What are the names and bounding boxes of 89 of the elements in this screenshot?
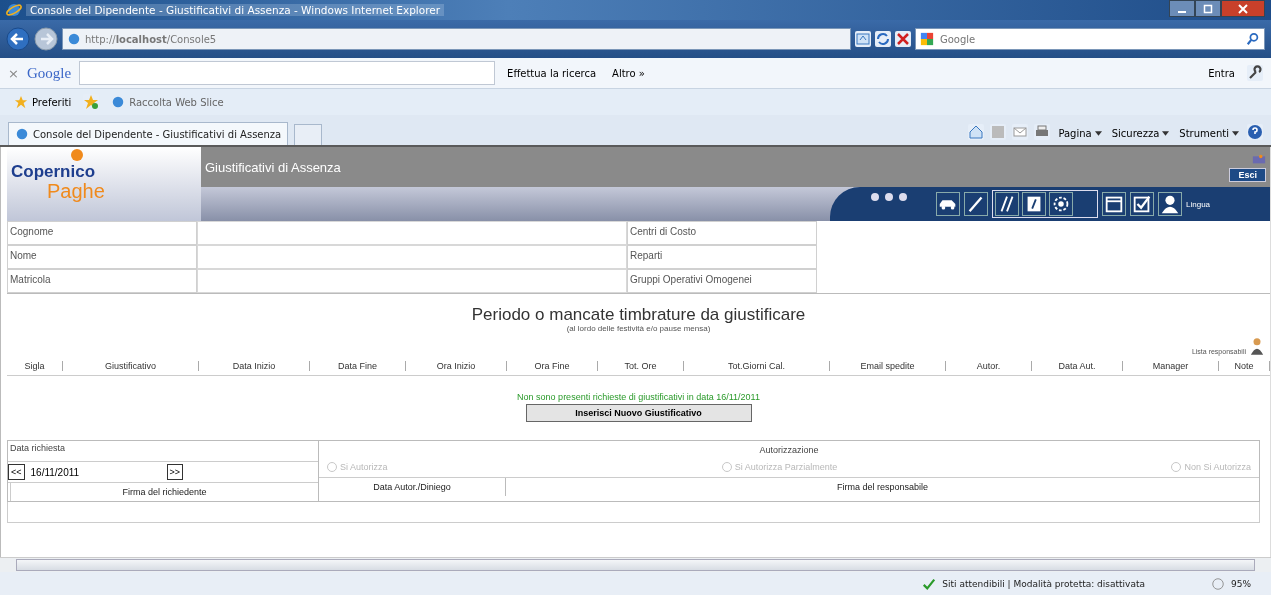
column-header: Data Aut. — [1032, 361, 1123, 371]
calendar-icon[interactable] — [1102, 192, 1126, 216]
app-logo: Copernico Paghe — [7, 147, 201, 221]
minimize-button[interactable] — [1169, 0, 1195, 17]
restore-button[interactable] — [1195, 0, 1221, 17]
star-icon — [14, 95, 28, 109]
field-label: Data Autor./Diniego — [319, 478, 506, 496]
empty-message: Non sono presenti richieste di giustificativi in data 16/11/2011 — [517, 392, 760, 402]
field-label: Cognome — [7, 221, 197, 245]
wrench-icon[interactable] — [1247, 65, 1263, 81]
zoom-level[interactable]: 95% — [1231, 578, 1251, 589]
column-header: Sigla — [7, 361, 63, 371]
window-title: Console del Dipendente - Giustificativi di Assenza - Windows Internet Explorer — [26, 4, 445, 16]
column-header: Tot.Giorni Cal. — [684, 361, 830, 371]
page-icon — [67, 32, 81, 46]
section-title: Periodo o mancate timbrature da giustificare — [471, 306, 806, 324]
printer-icon[interactable] — [1034, 124, 1051, 140]
authorization-title: Autorizzazione — [758, 444, 820, 457]
search-button[interactable]: Effettua la ricerca — [503, 65, 601, 81]
column-header: Data Fine — [310, 361, 406, 371]
horizontal-scrollbar[interactable] — [0, 557, 1271, 572]
browser-icon — [6, 2, 22, 18]
vertical-scrollbar[interactable] — [1270, 147, 1271, 557]
back-button[interactable] — [6, 27, 30, 51]
browser-tab[interactable]: Console del Dipendente - Giustificativi di Assenza — [8, 122, 289, 145]
refresh-icon[interactable] — [875, 31, 891, 47]
sign-in-button[interactable]: Entra — [1204, 65, 1239, 81]
new-request-button[interactable]: Inserisci Nuovo Giustificativo — [525, 404, 752, 422]
toolbar-search-field[interactable] — [79, 61, 496, 85]
user-icon[interactable] — [1158, 192, 1182, 216]
pen-icon[interactable] — [964, 192, 988, 216]
page-title: Giustificativi di Assenza — [205, 159, 341, 175]
next-date-button[interactable]: >> — [166, 464, 184, 480]
gear-icon[interactable] — [1049, 192, 1073, 216]
field-label: Nome — [7, 245, 197, 269]
page-icon — [111, 95, 126, 109]
field-label: Gruppi Operativi Omogenei — [627, 269, 817, 293]
check-icon — [922, 576, 937, 591]
column-header: Email spedite — [830, 361, 946, 371]
help-icon[interactable] — [1247, 124, 1263, 140]
pens-icon[interactable] — [995, 192, 1019, 216]
field-label: Matricola — [7, 269, 197, 293]
security-zone[interactable]: Siti attendibili | Modalità protetta: disattivata — [942, 578, 1145, 589]
person-icon[interactable] — [1250, 337, 1264, 355]
mini-logo-icon — [1252, 152, 1266, 166]
column-header: Ora Fine — [507, 361, 598, 371]
web-slice-button[interactable]: Raccolta Web Slice — [107, 93, 228, 111]
caret-icon — [1162, 131, 1170, 136]
restore-icon — [1203, 3, 1213, 14]
stop-icon[interactable] — [895, 31, 911, 47]
signature-label: Firma del richiedente — [10, 483, 318, 501]
close-toolbar-button[interactable]: × — [8, 65, 19, 81]
close-icon — [1238, 3, 1248, 14]
column-header: Ora Inizio — [406, 361, 507, 371]
address-field[interactable]: http://localhost/Console5 — [62, 28, 851, 50]
column-header: Giustificativo — [63, 361, 199, 371]
toolbar-logo: Google — [26, 64, 72, 82]
signature-label: Firma del responsabile — [835, 482, 929, 492]
search-box[interactable]: Google — [915, 28, 1265, 50]
column-header: Manager — [1123, 361, 1219, 371]
search-provider-icon[interactable] — [920, 32, 934, 46]
previous-date-button[interactable]: << — [8, 464, 25, 480]
column-header: Tot. Ore — [598, 361, 684, 371]
command-menu[interactable]: Strumenti — [1177, 126, 1241, 141]
section-subtitle: (al lordo delle festività e/o pause mensa) — [566, 324, 711, 333]
compatibility-icon[interactable] — [855, 31, 871, 47]
close-button[interactable] — [1221, 0, 1265, 17]
note-icon[interactable] — [1022, 192, 1046, 216]
link-icons[interactable] — [870, 192, 910, 202]
language-menu[interactable]: Lingua — [1186, 199, 1211, 209]
minimize-icon — [1178, 10, 1186, 13]
page-icon — [15, 127, 29, 141]
forward-button[interactable] — [34, 27, 58, 51]
column-header: Data Inizio — [199, 361, 310, 371]
command-menu[interactable]: Sicurezza — [1109, 126, 1172, 141]
caret-icon — [1094, 131, 1102, 136]
command-menu[interactable]: Pagina — [1056, 126, 1104, 141]
more-button[interactable]: Altro » — [608, 65, 649, 81]
caret-icon — [1232, 131, 1239, 136]
exit-button[interactable]: Esci — [1229, 168, 1266, 182]
field-label: Reparti — [627, 245, 817, 269]
field-label: Data richiesta — [9, 442, 67, 455]
search-icon[interactable] — [1246, 32, 1260, 46]
car-icon[interactable] — [936, 192, 960, 216]
favorites-button[interactable]: Preferiti — [10, 93, 76, 111]
checkbox-icon[interactable] — [1130, 192, 1154, 216]
field-label: Centri di Costo — [627, 221, 817, 245]
column-header: Autor. — [946, 361, 1032, 371]
home-icon[interactable] — [968, 124, 985, 140]
